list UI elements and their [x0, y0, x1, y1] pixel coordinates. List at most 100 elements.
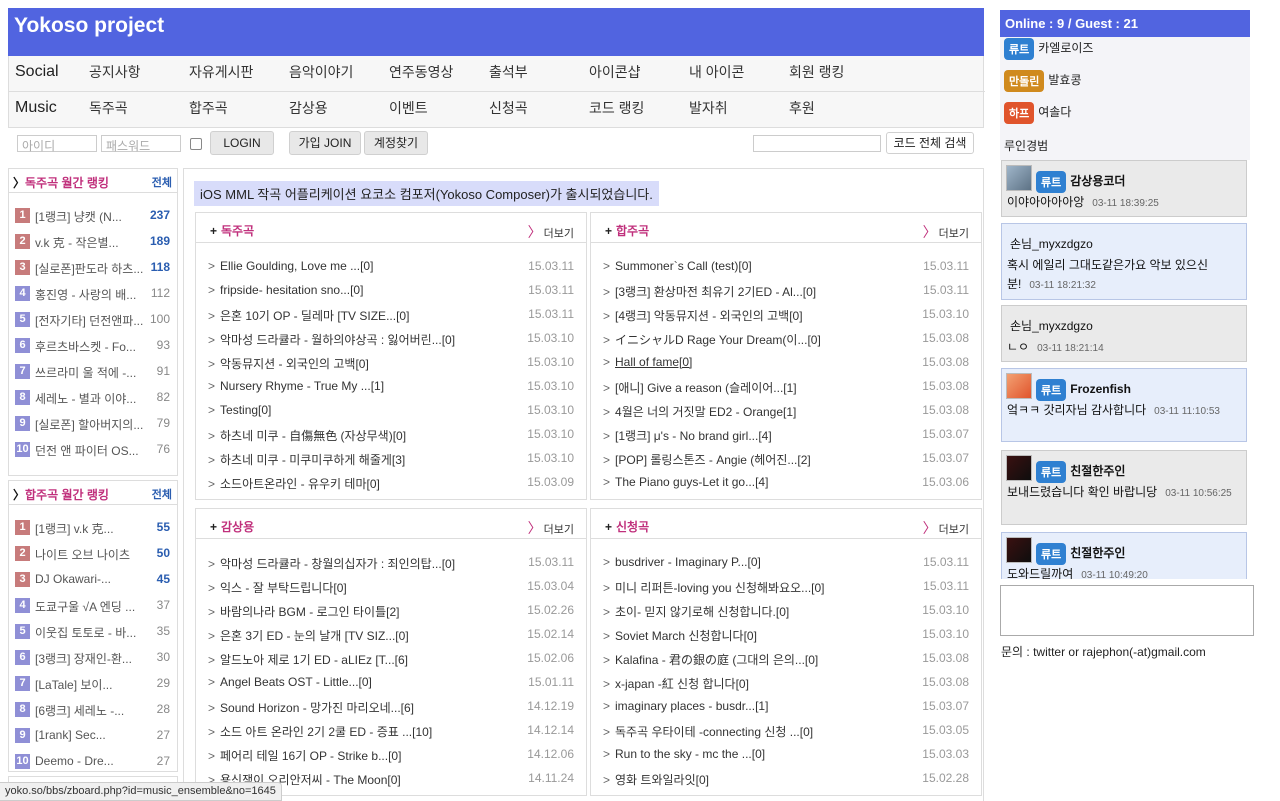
post-title[interactable]: > fripside- hesitation sno...[0]: [208, 283, 363, 297]
rank-title[interactable]: 나이트 오브 나이츠: [35, 546, 130, 563]
post-row[interactable]: > Nursery Rhyme - True My ...[1] 15.03.10: [196, 376, 586, 398]
code-search-input[interactable]: [753, 135, 881, 152]
post-row[interactable]: > 은혼 10기 OP - 딜레마 [TV SIZE...[0] 15.03.11: [196, 304, 586, 326]
id-input[interactable]: 아이디: [17, 135, 97, 153]
ranking-row[interactable]: 6 [3랭크] 장재인-환... 30: [9, 645, 177, 671]
post-row[interactable]: > Angel Beats OST - Little...[0] 15.01.11: [196, 672, 586, 694]
post-title[interactable]: > 소드아트온라인 - 유우키 테마[0]: [208, 475, 380, 492]
post-title[interactable]: > 소드 아트 온라인 2기 2쿨 ED - 증표 ...[10]: [208, 723, 432, 740]
post-row[interactable]: > x-japan -紅 신청 합니다[0] 15.03.08: [591, 672, 981, 694]
find-account-button[interactable]: 계정찾기: [364, 131, 428, 155]
post-title[interactable]: > Run to the sky - mc the ...[0]: [603, 747, 765, 761]
post-row[interactable]: >4월은 너의 거짓말 ED2 - Orange[1] 15.03.08: [591, 400, 981, 422]
rank-title[interactable]: 후르츠바스켓 - Fo...: [35, 338, 136, 355]
post-row[interactable]: > Testing[0] 15.03.10: [196, 400, 586, 422]
post-row[interactable]: > 영화 트와일라잇[0] 15.02.28: [591, 768, 981, 790]
post-title[interactable]: > [POP] 롤링스톤즈 - Angie (헤어진...[2]: [603, 451, 811, 468]
remember-checkbox[interactable]: [190, 138, 202, 150]
post-title[interactable]: > 하츠네 미쿠 - 自傷無色 (자상무색)[0]: [208, 427, 406, 444]
post-row[interactable]: > [애니] Give a reason (슬레이어...[1] 15.03.08: [591, 376, 981, 398]
ranking-row[interactable]: 10 던전 앤 파이터 OS... 76: [9, 437, 177, 463]
menu-item[interactable]: 후원: [789, 98, 815, 118]
rank-title[interactable]: 쓰르라미 울 적에 -...: [35, 364, 136, 381]
rank-title[interactable]: v.k 克 - 작은별...: [35, 234, 119, 251]
post-row[interactable]: > Hall of fame[0] 15.03.08: [591, 352, 981, 374]
post-row[interactable]: > 미니 리퍼튼-loving you 신청해봐요오...[0] 15.03.11: [591, 576, 981, 598]
post-row[interactable]: > imaginary places - busdr...[1] 15.03.07: [591, 696, 981, 718]
ranking-row[interactable]: 8 [6랭크] 세레노 -... 28: [9, 697, 177, 723]
menu-item[interactable]: 내 아이콘: [689, 62, 744, 82]
post-row[interactable]: > [3랭크] 환상마전 최유기 2기ED - Al...[0] 15.03.11: [591, 280, 981, 302]
menu-item[interactable]: 발자취: [689, 98, 728, 118]
post-title[interactable]: > 페어리 테일 16기 OP - Strike b...[0]: [208, 747, 401, 764]
rank-title[interactable]: [실로폰]판도라 하츠...: [35, 260, 143, 277]
rank-title[interactable]: [3랭크] 장재인-환...: [35, 650, 132, 667]
post-row[interactable]: > イニシャルD Rage Your Dream(이...[0] 15.03.08: [591, 328, 981, 350]
rank-title[interactable]: [1랭크] 냥캣 (N...: [35, 208, 122, 225]
menu-item[interactable]: 자유게시판: [189, 62, 253, 82]
post-title[interactable]: > 악마성 드라큘라 - 창월의십자가 : 죄인의탑...[0]: [208, 555, 455, 572]
post-row[interactable]: > 악마성 드라큘라 - 월하의야상곡 : 잃어버린...[0] 15.03.10: [196, 328, 586, 350]
post-row[interactable]: > 독주곡 우타이테 -connecting 신청 ...[0] 15.03.05: [591, 720, 981, 742]
post-title[interactable]: > x-japan -紅 신청 합니다[0]: [603, 675, 749, 692]
menu-item[interactable]: 감상용: [289, 98, 328, 118]
rank-title[interactable]: [1rank] Sec...: [35, 728, 106, 742]
post-row[interactable]: > Soviet March 신청합니다[0] 15.03.10: [591, 624, 981, 646]
post-row[interactable]: > The Piano guys-Let it go...[4] 15.03.06: [591, 472, 981, 494]
post-title[interactable]: > 악동뮤지션 - 외국인의 고백[0]: [208, 355, 369, 372]
post-row[interactable]: > Run to the sky - mc the ...[0] 15.03.03: [591, 744, 981, 766]
ranking-row[interactable]: 9 [1rank] Sec... 27: [9, 723, 177, 749]
post-title[interactable]: > [4랭크] 악동뮤지션 - 외국인의 고백[0]: [603, 307, 803, 324]
rank-title[interactable]: [실로폰] 할아버지의...: [35, 416, 143, 433]
rank-title[interactable]: 던전 앤 파이터 OS...: [35, 442, 139, 459]
post-title[interactable]: > Ellie Goulding, Love me ...[0]: [208, 259, 373, 273]
post-row[interactable]: > [4랭크] 악동뮤지션 - 외국인의 고백[0] 15.03.10: [591, 304, 981, 326]
menu-item[interactable]: 아이콘샵: [589, 62, 641, 82]
post-title[interactable]: > Kalafina - 君の銀の庭 (그대의 은의...[0]: [603, 651, 818, 668]
rank-title[interactable]: 세레노 - 별과 이야...: [35, 390, 136, 407]
post-row[interactable]: > Ellie Goulding, Love me ...[0] 15.03.11: [196, 256, 586, 278]
ranking-row[interactable]: 1 [1랭크] 냥캣 (N... 237: [9, 203, 177, 229]
board-title[interactable]: + 감상용: [210, 518, 254, 535]
join-button[interactable]: 가입 JOIN: [289, 131, 361, 155]
menu-item[interactable]: 음악이야기: [289, 62, 353, 82]
post-title[interactable]: > イニシャルD Rage Your Dream(이...[0]: [603, 331, 821, 348]
rank-title[interactable]: [6랭크] 세레노 -...: [35, 702, 124, 719]
rank-title[interactable]: [1랭크] v.k 克...: [35, 520, 114, 537]
post-title[interactable]: > 은혼 10기 OP - 딜레마 [TV SIZE...[0]: [208, 307, 409, 324]
post-title[interactable]: > Hall of fame[0]: [603, 355, 692, 369]
post-title[interactable]: > 하츠네 미쿠 - 미쿠미쿠하게 해줄게[3]: [208, 451, 405, 468]
post-title[interactable]: > imaginary places - busdr...[1]: [603, 699, 768, 713]
rank-title[interactable]: 이웃집 토토로 - 바...: [35, 624, 136, 641]
ranking-row[interactable]: 4 도쿄구울 √A 엔딩 ... 37: [9, 593, 177, 619]
online-user[interactable]: 만돌린 발효콩: [1004, 70, 1082, 92]
post-row[interactable]: > 바람의나라 BGM - 로그인 타이틀[2] 15.02.26: [196, 600, 586, 622]
ranking-row[interactable]: 2 나이트 오브 나이츠 50: [9, 541, 177, 567]
post-row[interactable]: > 은혼 3기 ED - 눈의 날개 [TV SIZ...[0] 15.02.14: [196, 624, 586, 646]
menu-item[interactable]: 합주곡: [189, 98, 228, 118]
ensemble-ranking-all-link[interactable]: 전체: [152, 486, 172, 502]
post-row[interactable]: > [1랭크] μ's - No brand girl...[4] 15.03.07: [591, 424, 981, 446]
post-title[interactable]: > Soviet March 신청합니다[0]: [603, 627, 757, 644]
post-row[interactable]: > fripside- hesitation sno...[0] 15.03.11: [196, 280, 586, 302]
post-row[interactable]: > [POP] 롤링스톤즈 - Angie (헤어진...[2] 15.03.07: [591, 448, 981, 470]
post-title[interactable]: > Sound Horizon - 망가진 마리오네...[6]: [208, 699, 414, 716]
rank-title[interactable]: [LaTale] 보이...: [35, 676, 112, 693]
ranking-row[interactable]: 10 Deemo - Dre... 27: [9, 749, 177, 775]
post-row[interactable]: > 페어리 테일 16기 OP - Strike b...[0] 14.12.06: [196, 744, 586, 766]
rank-title[interactable]: [전자기타] 던전앤파...: [35, 312, 143, 329]
ranking-row[interactable]: 5 이웃집 토토로 - 바... 35: [9, 619, 177, 645]
post-title[interactable]: > 은혼 3기 ED - 눈의 날개 [TV SIZ...[0]: [208, 627, 409, 644]
menu-item[interactable]: 독주곡: [89, 98, 128, 118]
post-title[interactable]: > Summoner`s Call (test)[0]: [603, 259, 752, 273]
more-link[interactable]: 〉 더보기: [923, 222, 969, 242]
rank-title[interactable]: DJ Okawari-...: [35, 572, 111, 586]
rank-title[interactable]: 홍진영 - 사랑의 배...: [35, 286, 136, 303]
post-title[interactable]: > [3랭크] 환상마전 최유기 2기ED - Al...[0]: [603, 283, 816, 300]
post-title[interactable]: > 독주곡 우타이테 -connecting 신청 ...[0]: [603, 723, 813, 740]
post-row[interactable]: > Summoner`s Call (test)[0] 15.03.11: [591, 256, 981, 278]
post-title[interactable]: > busdriver - Imaginary P...[0]: [603, 555, 761, 569]
menu-item[interactable]: 회원 랭킹: [789, 62, 844, 82]
post-title[interactable]: > 초이- 믿지 않기로해 신청합니다.[0]: [603, 603, 789, 620]
ranking-row[interactable]: 6 후르츠바스켓 - Fo... 93: [9, 333, 177, 359]
